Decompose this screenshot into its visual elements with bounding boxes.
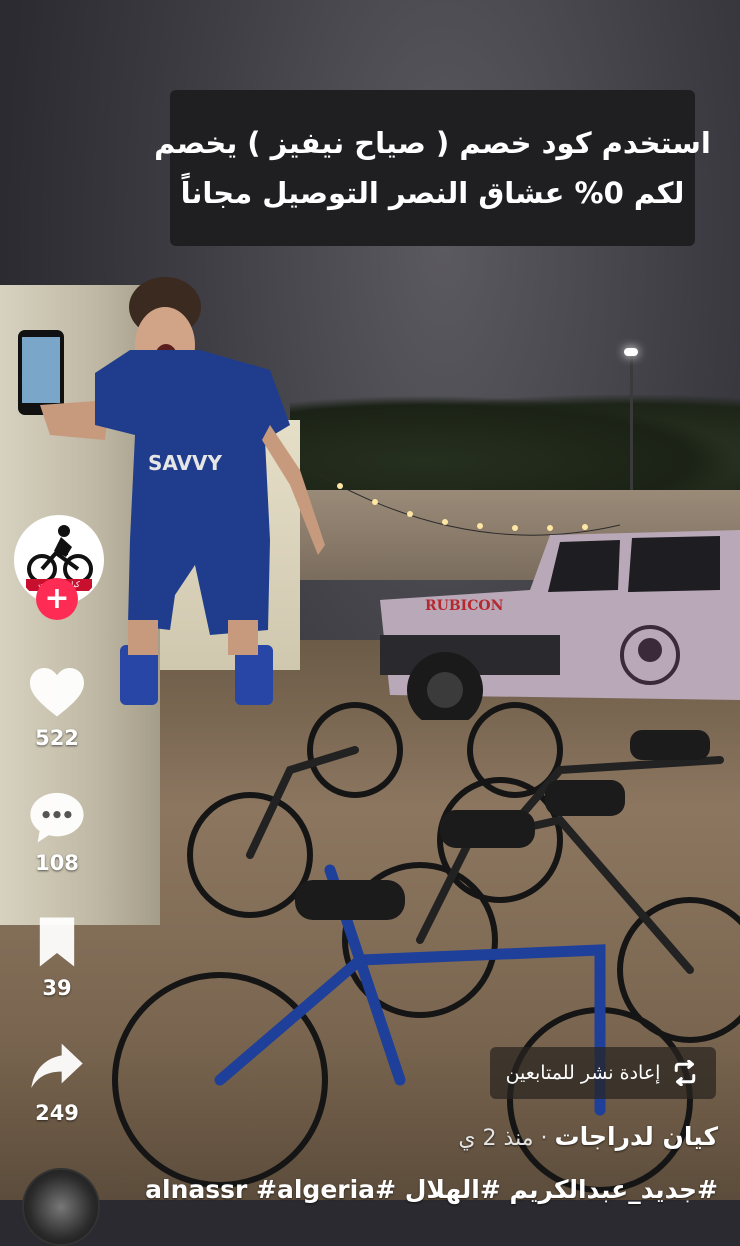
like-button[interactable]: 522 (14, 662, 100, 750)
follow-button[interactable]: + (36, 578, 78, 620)
post-time-ago: منذ 2 ي (458, 1126, 534, 1151)
plus-icon: + (44, 581, 70, 616)
repost-label: إعادة نشر للمتابعين (505, 1062, 661, 1084)
save-button[interactable]: 39 (14, 912, 100, 1000)
svg-text:SAVVY: SAVVY (148, 451, 222, 475)
meta-separator: · (533, 1126, 555, 1151)
author-name[interactable]: كيان لدراجات (555, 1122, 719, 1151)
share-icon (31, 1043, 83, 1088)
repost-to-followers-button[interactable]: إعادة نشر للمتابعين (490, 1047, 716, 1099)
share-button[interactable]: 249 (14, 1037, 100, 1125)
comment-count: 108 (35, 851, 79, 875)
caption-overlay: استخدم كود خصم ( صياح نيفيز ) يخصم لكم 0… (154, 90, 711, 246)
parked-bicycles (112, 702, 740, 1193)
repost-icon (675, 1060, 696, 1086)
heart-icon (30, 667, 84, 717)
bookmark-icon (39, 917, 75, 967)
street-lamp (630, 355, 633, 495)
like-count: 522 (35, 726, 79, 750)
caption-line-2: لكم 0% عشاق النصر التوصيل مجاناً (180, 176, 685, 210)
share-count: 249 (35, 1101, 79, 1125)
comment-button[interactable]: 108 (14, 787, 100, 875)
music-disc-icon[interactable] (22, 1168, 100, 1246)
caption-line-1: استخدم كود خصم ( صياح نيفيز ) يخصم (154, 126, 711, 160)
comment-icon (30, 792, 84, 843)
footballer-cutout: SAVVY (18, 277, 325, 705)
lamp-light (624, 348, 638, 356)
svg-text:RUBICON: RUBICON (425, 598, 504, 614)
post-meta: كيان لدراجات · منذ 2 ي (458, 1122, 718, 1151)
save-count: 39 (42, 976, 72, 1000)
